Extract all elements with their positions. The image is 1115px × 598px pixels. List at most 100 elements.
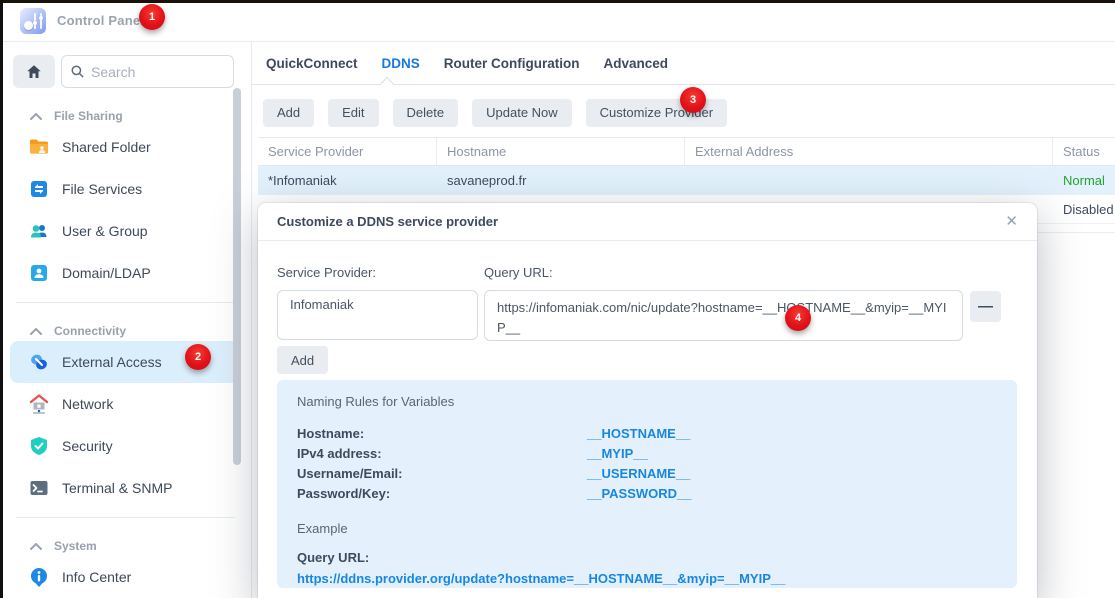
edit-button[interactable]: Edit [328,99,378,127]
minus-icon: — [978,298,993,315]
step-badge-2: 2 [185,344,211,370]
naming-rules-title: Naming Rules for Variables [297,394,997,409]
sidebar-divider [16,517,235,518]
rule-variable: __USERNAME__ [587,466,690,481]
sidebar-item-label: File Services [62,181,142,197]
rule-label: Password/Key: [297,486,587,501]
section-connectivity[interactable]: Connectivity [0,321,251,341]
remove-provider-button[interactable]: — [970,291,1001,322]
sidebar-item-info-center[interactable]: Info Center [0,556,251,598]
sidebar-item-security[interactable]: Security [0,425,251,467]
sidebar-item-terminal-snmp[interactable]: Terminal & SNMP [0,467,251,509]
naming-rules-panel: Naming Rules for Variables Hostname: __H… [277,380,1017,588]
network-icon [28,393,50,415]
cell-status: Disabled [1053,202,1115,217]
app-title: Control Panel [57,13,144,28]
naming-rule-password: Password/Key: __PASSWORD__ [297,483,997,503]
control-panel-window: Control Panel 1 File Sharing [0,0,1115,598]
section-system[interactable]: System [0,536,251,556]
dialog-titlebar: Customize a DDNS service provider ✕ [258,203,1037,241]
service-provider-input[interactable] [277,290,478,340]
step-badge-1: 1 [139,4,165,30]
close-icon[interactable]: ✕ [1005,214,1018,230]
column-hostname[interactable]: Hostname [437,138,685,165]
sidebar-item-label: Domain/LDAP [62,265,151,281]
example-query-url-label: Query URL: [297,550,997,565]
dialog-title: Customize a DDNS service provider [277,214,498,229]
terminal-snmp-icon [28,477,50,499]
section-label: System [54,539,97,553]
security-icon [28,435,50,457]
sidebar-item-label: External Access [62,354,162,370]
sidebar-item-label: Shared Folder [62,139,151,155]
naming-rule-hostname: Hostname: __HOSTNAME__ [297,423,997,443]
window-top-edge [0,0,1115,3]
cell-hostname: savaneprod.fr [437,173,685,188]
rule-variable: __MYIP__ [587,446,648,461]
add-button[interactable]: Add [263,99,314,127]
dialog-add-button[interactable]: Add [277,346,328,374]
domain-ldap-icon [28,262,50,284]
query-url-label: Query URL: [484,265,553,280]
cell-service-provider: *Infomaniak [258,173,437,188]
tab-router-configuration[interactable]: Router Configuration [444,56,580,71]
tab-bar: QuickConnect DDNS Router Configuration A… [252,42,1115,84]
column-status[interactable]: Status [1053,138,1115,165]
sidebar-item-user-group[interactable]: User & Group [0,210,251,252]
sidebar-item-label: Terminal & SNMP [62,480,172,496]
sidebar-item-label: User & Group [62,223,148,239]
column-external-address[interactable]: External Address [685,138,1053,165]
window-left-edge [0,0,3,598]
example-query-url: https://ddns.provider.org/update?hostnam… [297,571,997,586]
section-label: Connectivity [54,324,126,338]
external-access-icon [28,351,50,373]
home-button[interactable] [13,55,55,88]
sidebar-item-file-services[interactable]: File Services [0,168,251,210]
table-row-border [1037,232,1115,233]
tab-advanced[interactable]: Advanced [604,56,669,71]
query-url-input[interactable]: https://infomaniak.com/nic/update?hostna… [484,290,963,341]
customize-provider-button[interactable]: Customize Provider [586,99,727,127]
service-provider-label: Service Provider: [277,265,376,280]
shared-folder-icon [28,136,50,158]
rule-variable: __HOSTNAME__ [587,426,690,441]
file-services-icon [28,178,50,200]
sidebar-item-network[interactable]: Network [0,383,251,425]
step-badge-4: 4 [785,305,811,331]
search-input[interactable] [91,64,211,80]
column-service-provider[interactable]: Service Provider [258,138,437,165]
cell-status: Normal [1053,173,1115,188]
customize-ddns-dialog: Customize a DDNS service provider ✕ Serv… [258,203,1037,598]
app-titlebar: Control Panel [0,0,1115,42]
section-label: File Sharing [54,109,123,123]
sidebar-item-shared-folder[interactable]: Shared Folder [0,126,251,168]
example-label: Example [297,521,997,536]
sidebar-item-label: Network [62,396,113,412]
search-icon [70,64,85,79]
section-file-sharing[interactable]: File Sharing [0,106,251,126]
sidebar-item-domain-ldap[interactable]: Domain/LDAP [0,252,251,294]
chevron-up-icon [30,105,42,127]
user-group-icon [28,220,50,242]
sidebar-item-label: Info Center [62,569,131,585]
step-badge-3: 3 [680,87,706,113]
tab-ddns[interactable]: DDNS [382,56,420,71]
sidebar: File Sharing Shared Folder File Servic [0,42,252,598]
rule-label: Hostname: [297,426,587,441]
tab-quickconnect[interactable]: QuickConnect [266,56,358,71]
sidebar-divider [16,302,235,303]
search-box[interactable] [61,55,234,88]
sidebar-scrollbar[interactable] [233,88,241,465]
delete-button[interactable]: Delete [393,99,459,127]
update-now-button[interactable]: Update Now [472,99,572,127]
naming-rule-username: Username/Email: __USERNAME__ [297,463,997,483]
rule-variable: __PASSWORD__ [587,486,692,501]
sidebar-item-label: Security [62,438,113,454]
chevron-up-icon [30,320,42,342]
ddns-toolbar: Add Edit Delete Update Now Customize Pro… [263,99,727,127]
table-header-row: Service Provider Hostname External Addre… [258,137,1115,166]
home-icon [25,63,43,81]
naming-rule-ipv4: IPv4 address: __MYIP__ [297,443,997,463]
table-row[interactable]: *Infomaniak savaneprod.fr Normal [258,166,1115,195]
rule-label: Username/Email: [297,466,587,481]
